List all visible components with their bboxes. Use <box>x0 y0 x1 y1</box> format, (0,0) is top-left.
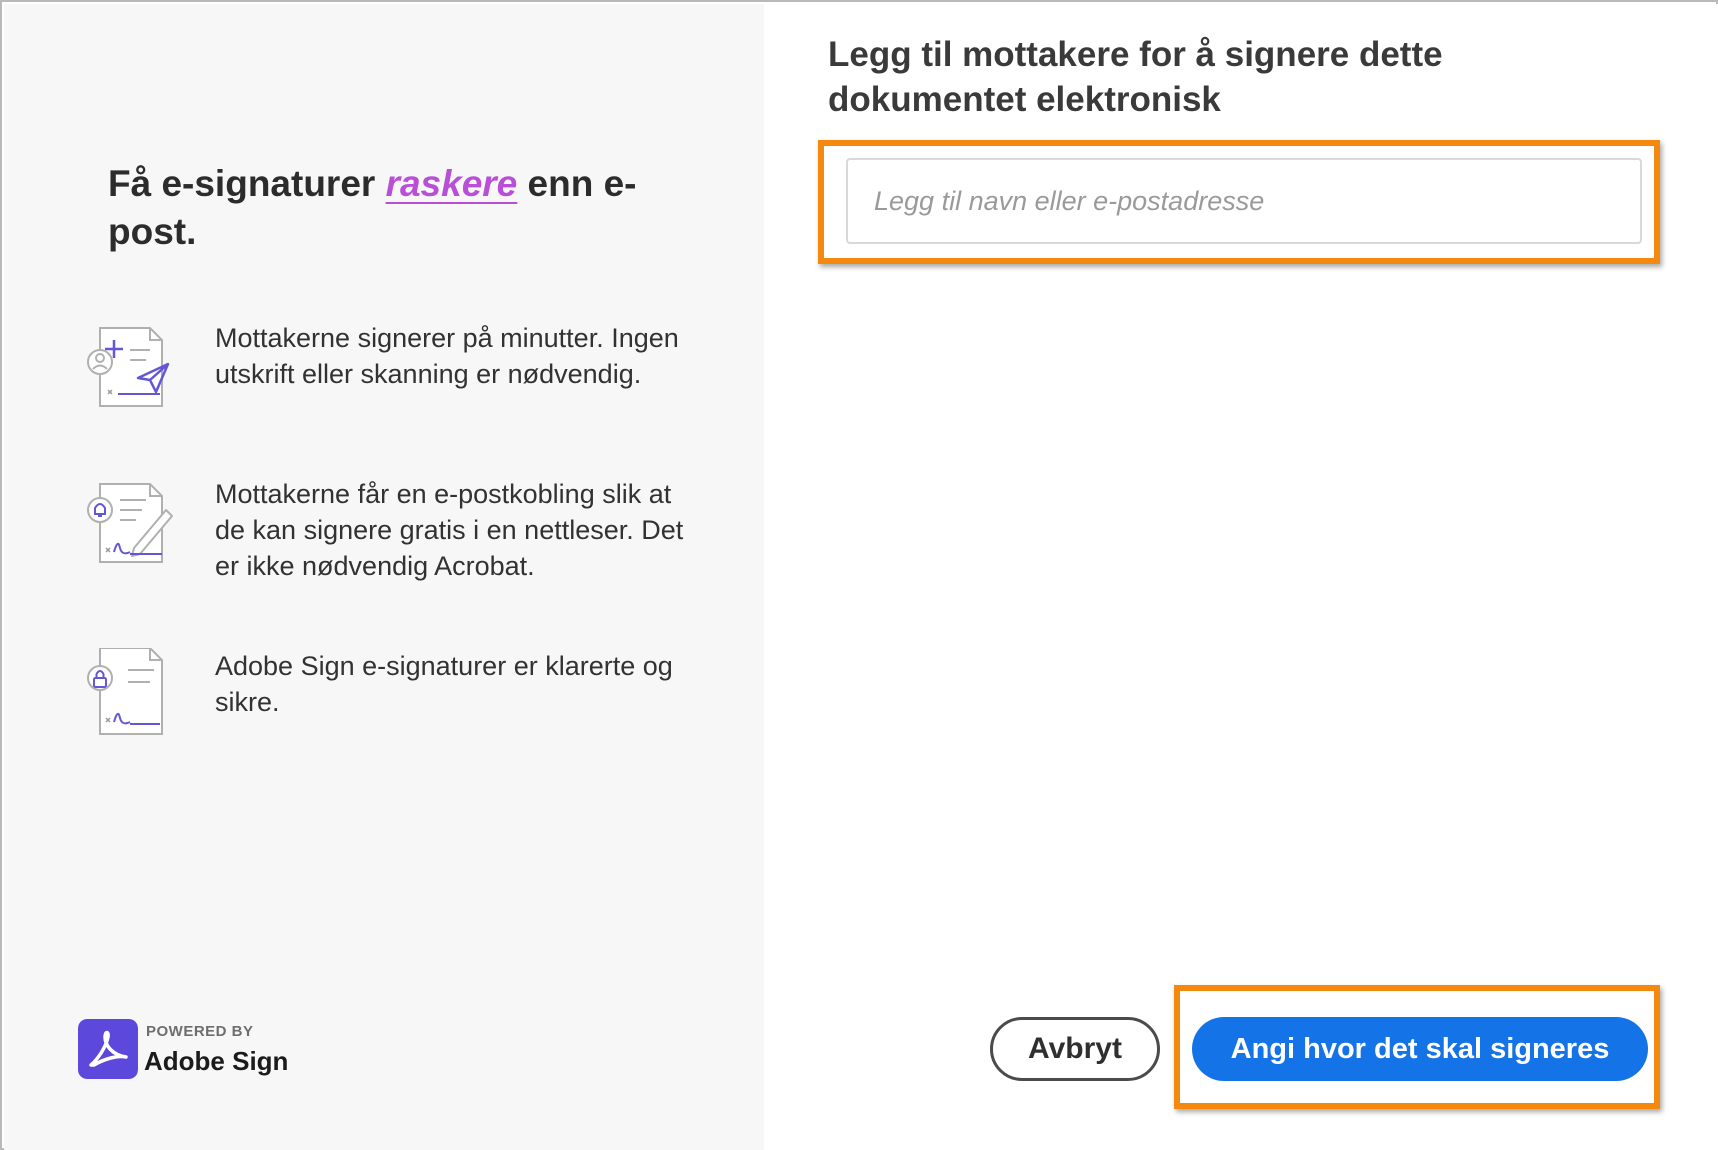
secure-document-icon <box>87 648 163 735</box>
headline-start: Få e-signaturer <box>108 163 376 204</box>
feature-text: Mottakerne signerer på minutter. Ingen u… <box>215 323 679 389</box>
cancel-button[interactable]: Avbryt <box>990 1017 1160 1081</box>
powered-by-branding: POWERED BY Adobe Sign <box>78 1019 318 1081</box>
powered-by-label: POWERED BY <box>146 1023 254 1040</box>
recipients-panel: Legg til mottakere for å signere dette d… <box>764 4 1718 1150</box>
product-name: Adobe Sign <box>144 1046 289 1076</box>
adobe-sign-logo-icon <box>78 1019 138 1079</box>
specify-signature-location-button[interactable]: Angi hvor det skal signeres <box>1192 1017 1648 1081</box>
dialog-title: Legg til mottakere for å signere dette d… <box>828 35 1443 119</box>
feature-text: Mottakerne får en e-postkobling slik at … <box>215 479 684 581</box>
send-document-icon <box>87 327 170 407</box>
feature-item: Mottakerne får en e-postkobling slik at … <box>84 476 704 586</box>
promo-headline: Få e-signaturer raskere enn e-post. <box>108 160 668 256</box>
feature-text: Adobe Sign e-signaturer er klarerte og s… <box>215 651 673 717</box>
dialog-frame: Få e-signaturer raskere enn e-post. Mott… <box>0 0 1718 1150</box>
feature-item: Adobe Sign e-signaturer er klarerte og s… <box>84 648 704 758</box>
promo-panel: Få e-signaturer raskere enn e-post. Mott… <box>4 4 764 1150</box>
recipient-input[interactable] <box>846 158 1642 244</box>
feature-item: Mottakerne signerer på minutter. Ingen u… <box>84 320 704 430</box>
headline-accent: raskere <box>385 163 518 204</box>
notify-sign-document-icon <box>87 483 173 563</box>
